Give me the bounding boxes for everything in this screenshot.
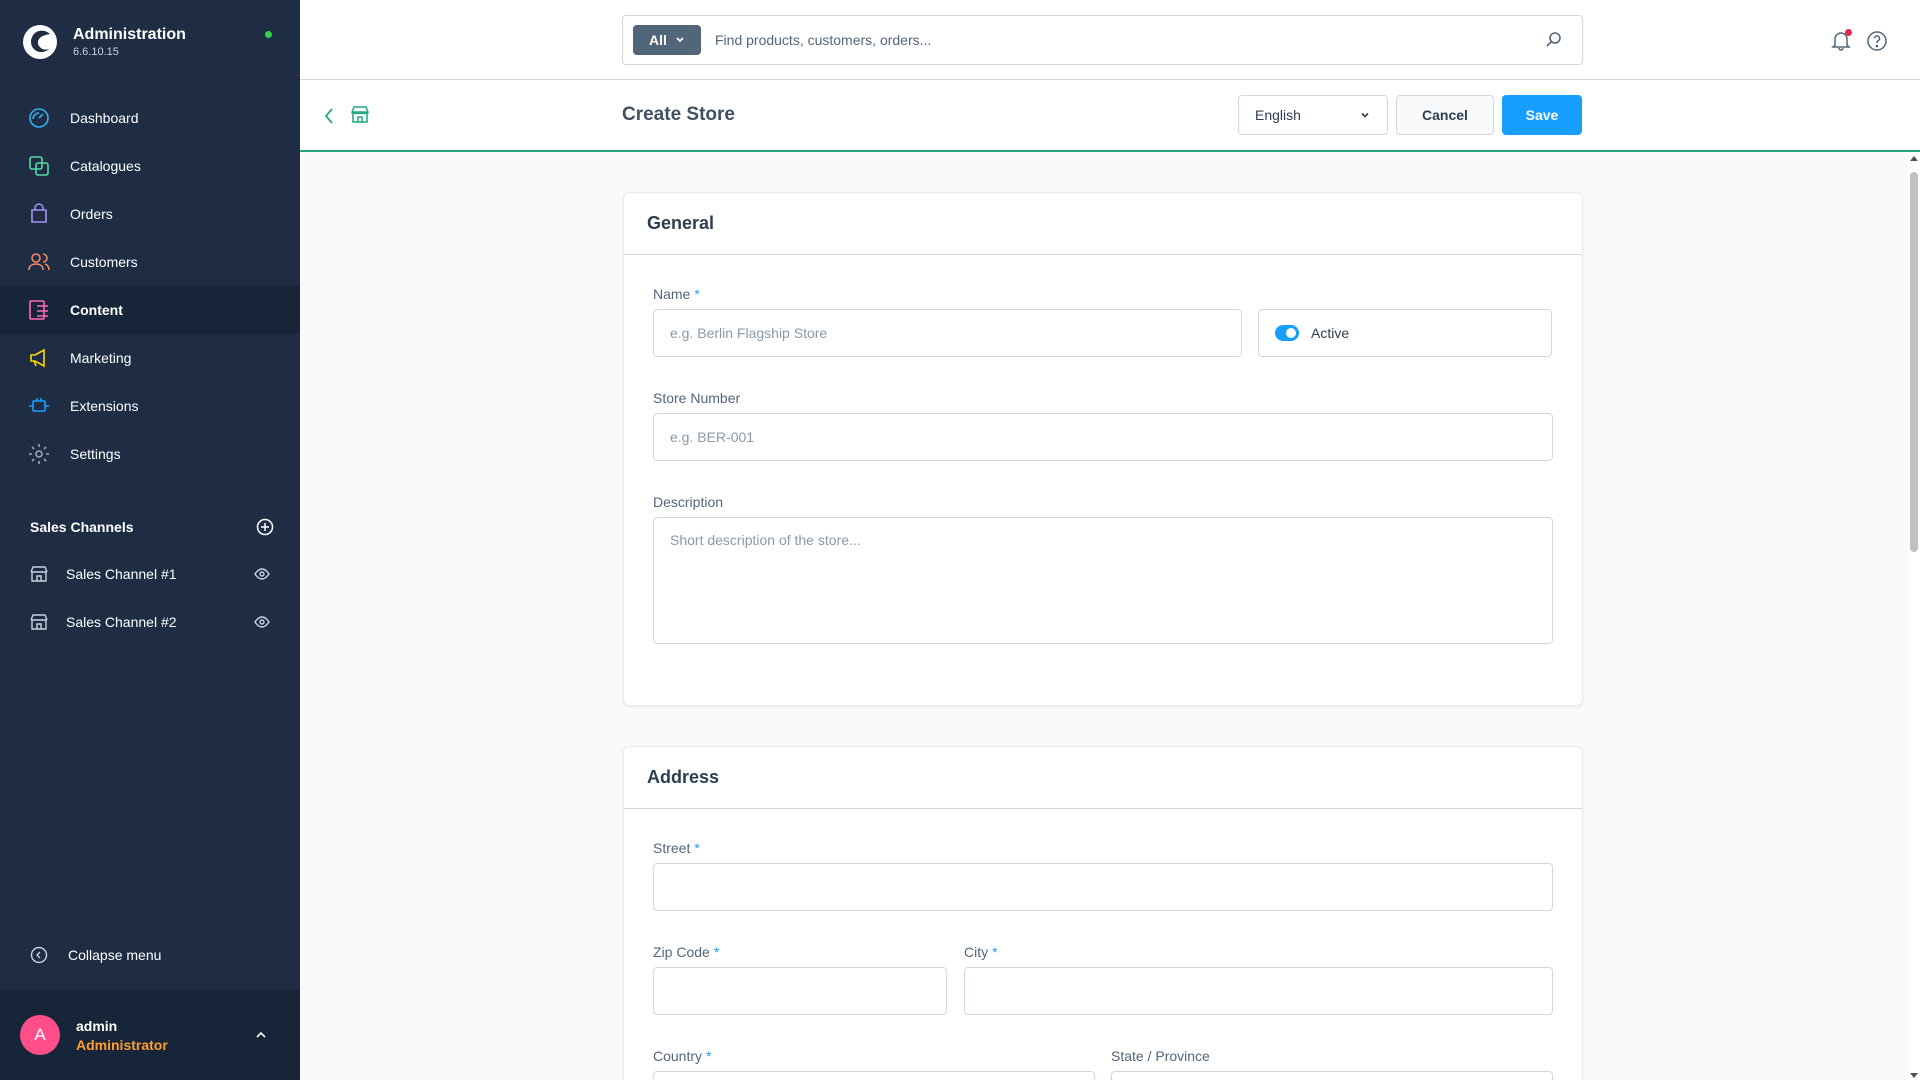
catalogues-icon xyxy=(29,156,49,176)
app-version: 6.6.10.15 xyxy=(73,46,119,58)
nav-item-label: Orders xyxy=(70,206,113,222)
collapse-menu-label: Collapse menu xyxy=(68,947,162,963)
address-card: Address Street * Zip Code * City * Country *… xyxy=(623,746,1583,1080)
collapse-menu-button[interactable]: Collapse menu xyxy=(30,946,161,964)
scrollbar-thumb[interactable] xyxy=(1910,172,1918,552)
shopware-logo-icon xyxy=(23,25,57,59)
top-bar: All xyxy=(300,0,1920,80)
country-label: Country * xyxy=(653,1048,712,1064)
name-input[interactable]: e.g. Berlin Flagship Store xyxy=(653,309,1242,357)
scroll-down-arrow[interactable] xyxy=(1910,1073,1918,1078)
storefront-icon xyxy=(30,566,48,582)
name-label: Name * xyxy=(653,286,700,302)
city-label: City * xyxy=(964,944,998,960)
sales-channels-title: Sales Channels xyxy=(30,519,134,535)
nav-item-extensions[interactable]: Extensions xyxy=(0,382,300,430)
storefront-module-icon xyxy=(351,106,369,123)
smart-bar: Create Store English Cancel Save xyxy=(300,80,1920,152)
page-title: Create Store xyxy=(622,104,735,125)
active-switch[interactable]: Active xyxy=(1258,309,1552,357)
user-role: Administrator xyxy=(76,1036,168,1053)
nav-item-label: Marketing xyxy=(70,350,132,366)
search-type-label: All xyxy=(649,32,667,48)
app-title: Administration xyxy=(73,26,186,43)
nav-item-marketing[interactable]: Marketing xyxy=(0,334,300,382)
general-card-title: General xyxy=(624,193,1582,255)
state-select[interactable] xyxy=(1111,1071,1553,1080)
chevron-down-icon xyxy=(676,37,684,43)
main-nav: Dashboard Catalogues Orders Customers Co… xyxy=(0,94,300,478)
chevron-left-circle-icon xyxy=(30,946,48,964)
nav-item-catalogues[interactable]: Catalogues xyxy=(0,142,300,190)
user-name: admin xyxy=(76,1017,118,1034)
help-icon[interactable] xyxy=(1866,30,1888,52)
address-card-title: Address xyxy=(624,747,1582,809)
settings-icon xyxy=(29,444,49,464)
user-menu[interactable]: A admin Administrator xyxy=(0,990,300,1080)
nav-item-settings[interactable]: Settings xyxy=(0,430,300,478)
scroll-up-arrow[interactable] xyxy=(1910,156,1918,161)
nav-item-customers[interactable]: Customers xyxy=(0,238,300,286)
state-label: State / Province xyxy=(1111,1048,1210,1064)
sidebar: Administration 6.6.10.15 Dashboard Catal… xyxy=(0,0,300,1080)
save-button[interactable]: Save xyxy=(1502,95,1582,135)
nav-item-label: Settings xyxy=(70,446,121,462)
status-indicator xyxy=(265,31,272,38)
zip-code-input[interactable] xyxy=(653,967,947,1015)
description-textarea[interactable]: Short description of the store... xyxy=(653,517,1553,644)
dashboard-icon xyxy=(29,108,49,128)
search-input[interactable] xyxy=(715,32,1544,48)
zip-code-label: Zip Code * xyxy=(653,944,720,960)
search-type-select[interactable]: All xyxy=(633,25,701,55)
country-select[interactable] xyxy=(653,1071,1095,1080)
cancel-button[interactable]: Cancel xyxy=(1396,95,1494,135)
city-input[interactable] xyxy=(964,967,1553,1015)
street-label: Street * xyxy=(653,840,700,856)
sales-channel-label: Sales Channel #1 xyxy=(66,566,177,582)
sales-channels-header: Sales Channels xyxy=(30,518,274,536)
avatar: A xyxy=(20,1015,60,1055)
language-select-value: English xyxy=(1255,107,1301,123)
search-icon[interactable] xyxy=(1544,30,1564,50)
storefront-icon xyxy=(30,614,48,630)
nav-item-content[interactable]: Content xyxy=(0,286,300,334)
marketing-icon xyxy=(30,348,45,368)
nav-item-label: Dashboard xyxy=(70,110,139,126)
eye-icon[interactable] xyxy=(254,566,270,582)
customers-icon xyxy=(28,253,50,271)
orders-icon xyxy=(31,203,47,223)
chevron-down-icon xyxy=(1361,112,1369,118)
content-icon xyxy=(29,300,48,320)
nav-item-label: Catalogues xyxy=(70,158,141,174)
nav-item-label: Customers xyxy=(70,254,138,270)
notification-badge xyxy=(1845,29,1852,36)
language-select[interactable]: English xyxy=(1238,95,1388,135)
nav-item-dashboard[interactable]: Dashboard xyxy=(0,94,300,142)
sales-channel-item[interactable]: Sales Channel #1 xyxy=(0,550,300,598)
sales-channel-label: Sales Channel #2 xyxy=(66,614,177,630)
main-content: General Name * e.g. Berlin Flagship Store… xyxy=(300,154,1908,1080)
global-search: All xyxy=(622,15,1583,65)
nav-item-label: Extensions xyxy=(70,398,139,414)
general-card: General Name * e.g. Berlin Flagship Store… xyxy=(623,192,1583,706)
chevron-up-icon[interactable] xyxy=(254,1028,268,1042)
active-label: Active xyxy=(1311,325,1350,341)
extensions-icon xyxy=(29,398,49,412)
store-number-input[interactable]: e.g. BER-001 xyxy=(653,413,1553,461)
back-icon[interactable] xyxy=(322,106,336,126)
description-label: Description xyxy=(653,494,724,510)
add-sales-channel-icon[interactable] xyxy=(256,518,274,536)
scrollbar[interactable] xyxy=(1908,154,1920,1080)
street-input[interactable] xyxy=(653,863,1553,911)
brand[interactable]: Administration 6.6.10.15 xyxy=(22,22,186,62)
nav-item-label: Content xyxy=(70,302,123,318)
nav-item-orders[interactable]: Orders xyxy=(0,190,300,238)
sales-channel-item[interactable]: Sales Channel #2 xyxy=(0,598,300,646)
active-toggle[interactable] xyxy=(1275,325,1299,341)
eye-icon[interactable] xyxy=(254,614,270,630)
sales-channels-list: Sales Channel #1 Sales Channel #2 xyxy=(0,550,300,646)
store-number-label: Store Number xyxy=(653,390,741,406)
